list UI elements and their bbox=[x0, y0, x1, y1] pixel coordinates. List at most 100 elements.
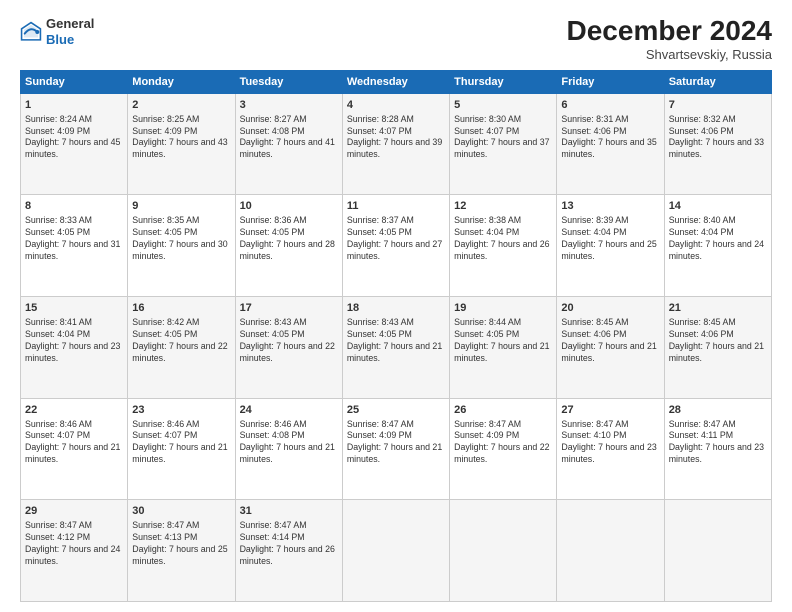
calendar-cell: 18Sunrise: 8:43 AMSunset: 4:05 PMDayligh… bbox=[342, 297, 449, 399]
weekday-header: Sunday bbox=[21, 70, 128, 93]
cell-info: Sunrise: 8:32 AMSunset: 4:06 PMDaylight:… bbox=[669, 114, 767, 162]
cell-day-number: 29 bbox=[25, 504, 123, 519]
calendar-cell: 24Sunrise: 8:46 AMSunset: 4:08 PMDayligh… bbox=[235, 398, 342, 500]
calendar-cell: 22Sunrise: 8:46 AMSunset: 4:07 PMDayligh… bbox=[21, 398, 128, 500]
calendar-cell: 7Sunrise: 8:32 AMSunset: 4:06 PMDaylight… bbox=[664, 93, 771, 195]
location: Shvartsevskiy, Russia bbox=[567, 47, 772, 62]
calendar-body: 1Sunrise: 8:24 AMSunset: 4:09 PMDaylight… bbox=[21, 93, 772, 601]
calendar-cell bbox=[664, 500, 771, 602]
cell-info: Sunrise: 8:46 AMSunset: 4:07 PMDaylight:… bbox=[132, 419, 230, 467]
weekday-header: Friday bbox=[557, 70, 664, 93]
cell-day-number: 10 bbox=[240, 199, 338, 214]
calendar-cell: 30Sunrise: 8:47 AMSunset: 4:13 PMDayligh… bbox=[128, 500, 235, 602]
cell-day-number: 22 bbox=[25, 403, 123, 418]
cell-day-number: 18 bbox=[347, 301, 445, 316]
calendar-cell: 2Sunrise: 8:25 AMSunset: 4:09 PMDaylight… bbox=[128, 93, 235, 195]
calendar-cell: 25Sunrise: 8:47 AMSunset: 4:09 PMDayligh… bbox=[342, 398, 449, 500]
cell-day-number: 24 bbox=[240, 403, 338, 418]
calendar-week-row: 22 Sunrise: 8:46 AMSunset: 4:07 PMDayligh… bbox=[21, 398, 772, 500]
cell-day-number: 3 bbox=[240, 98, 338, 113]
cell-info: Sunrise: 8:38 AMSunset: 4:04 PMDaylight:… bbox=[454, 215, 552, 263]
cell-info: Sunrise: 8:43 AMSunset: 4:05 PMDaylight:… bbox=[347, 317, 445, 365]
cell-day-number: 12 bbox=[454, 199, 552, 214]
calendar-cell: 11Sunrise: 8:37 AMSunset: 4:05 PMDayligh… bbox=[342, 195, 449, 297]
logo-icon bbox=[20, 21, 42, 43]
cell-day-number: 11 bbox=[347, 199, 445, 214]
cell-info: Sunrise: 8:45 AMSunset: 4:06 PMDaylight:… bbox=[669, 317, 767, 365]
cell-info: Sunrise: 8:42 AMSunset: 4:05 PMDaylight:… bbox=[132, 317, 230, 365]
cell-info: Sunrise: 8:27 AMSunset: 4:08 PMDaylight:… bbox=[240, 114, 338, 162]
cell-info: Sunrise: 8:37 AMSunset: 4:05 PMDaylight:… bbox=[347, 215, 445, 263]
cell-info: Sunrise: 8:35 AMSunset: 4:05 PMDaylight:… bbox=[132, 215, 230, 263]
weekday-row: SundayMondayTuesdayWednesdayThursdayFrid… bbox=[21, 70, 772, 93]
cell-info: Sunrise: 8:45 AMSunset: 4:06 PMDaylight:… bbox=[561, 317, 659, 365]
calendar-cell: 4Sunrise: 8:28 AMSunset: 4:07 PMDaylight… bbox=[342, 93, 449, 195]
cell-day-number: 8 bbox=[25, 199, 123, 214]
cell-info: Sunrise: 8:47 AMSunset: 4:09 PMDaylight:… bbox=[347, 419, 445, 467]
cell-info: Sunrise: 8:40 AMSunset: 4:04 PMDaylight:… bbox=[669, 215, 767, 263]
calendar-cell: 1Sunrise: 8:24 AMSunset: 4:09 PMDaylight… bbox=[21, 93, 128, 195]
logo-general: General bbox=[46, 16, 94, 32]
calendar-cell: 17Sunrise: 8:43 AMSunset: 4:05 PMDayligh… bbox=[235, 297, 342, 399]
calendar-cell: 19Sunrise: 8:44 AMSunset: 4:05 PMDayligh… bbox=[450, 297, 557, 399]
cell-day-number: 15 bbox=[25, 301, 123, 316]
cell-day-number: 25 bbox=[347, 403, 445, 418]
cell-info: Sunrise: 8:44 AMSunset: 4:05 PMDaylight:… bbox=[454, 317, 552, 365]
weekday-header: Tuesday bbox=[235, 70, 342, 93]
cell-day-number: 13 bbox=[561, 199, 659, 214]
cell-day-number: 17 bbox=[240, 301, 338, 316]
weekday-header: Thursday bbox=[450, 70, 557, 93]
cell-info: Sunrise: 8:25 AMSunset: 4:09 PMDaylight:… bbox=[132, 114, 230, 162]
cell-info: Sunrise: 8:39 AMSunset: 4:04 PMDaylight:… bbox=[561, 215, 659, 263]
cell-info: Sunrise: 8:28 AMSunset: 4:07 PMDaylight:… bbox=[347, 114, 445, 162]
cell-day-number: 14 bbox=[669, 199, 767, 214]
cell-day-number: 30 bbox=[132, 504, 230, 519]
cell-day-number: 27 bbox=[561, 403, 659, 418]
cell-info: Sunrise: 8:47 AMSunset: 4:12 PMDaylight:… bbox=[25, 520, 123, 568]
cell-info: Sunrise: 8:41 AMSunset: 4:04 PMDaylight:… bbox=[25, 317, 123, 365]
calendar-cell: 5Sunrise: 8:30 AMSunset: 4:07 PMDaylight… bbox=[450, 93, 557, 195]
logo: General Blue bbox=[20, 16, 94, 47]
cell-day-number: 2 bbox=[132, 98, 230, 113]
cell-day-number: 23 bbox=[132, 403, 230, 418]
cell-day-number: 4 bbox=[347, 98, 445, 113]
month-title: December 2024 bbox=[567, 16, 772, 47]
calendar-week-row: 29Sunrise: 8:47 AMSunset: 4:12 PMDayligh… bbox=[21, 500, 772, 602]
weekday-header: Wednesday bbox=[342, 70, 449, 93]
cell-day-number: 20 bbox=[561, 301, 659, 316]
cell-info: Sunrise: 8:24 AMSunset: 4:09 PMDaylight:… bbox=[25, 114, 123, 162]
cell-day-number: 5 bbox=[454, 98, 552, 113]
cell-day-number: 16 bbox=[132, 301, 230, 316]
calendar-header: SundayMondayTuesdayWednesdayThursdayFrid… bbox=[21, 70, 772, 93]
calendar-cell: 15Sunrise: 8:41 AMSunset: 4:04 PMDayligh… bbox=[21, 297, 128, 399]
calendar-cell: 26Sunrise: 8:47 AMSunset: 4:09 PMDayligh… bbox=[450, 398, 557, 500]
header: General Blue December 2024 Shvartsevskiy… bbox=[20, 16, 772, 62]
page: General Blue December 2024 Shvartsevskiy… bbox=[0, 0, 792, 612]
calendar-cell: 16Sunrise: 8:42 AMSunset: 4:05 PMDayligh… bbox=[128, 297, 235, 399]
calendar-cell: 14Sunrise: 8:40 AMSunset: 4:04 PMDayligh… bbox=[664, 195, 771, 297]
cell-info: Sunrise: 8:33 AMSunset: 4:05 PMDaylight:… bbox=[25, 215, 123, 263]
calendar-cell: 20Sunrise: 8:45 AMSunset: 4:06 PMDayligh… bbox=[557, 297, 664, 399]
logo-text: General Blue bbox=[46, 16, 94, 47]
logo-blue: Blue bbox=[46, 32, 94, 48]
cell-day-number: 31 bbox=[240, 504, 338, 519]
calendar-cell: 8Sunrise: 8:33 AMSunset: 4:05 PMDaylight… bbox=[21, 195, 128, 297]
calendar-cell: 29Sunrise: 8:47 AMSunset: 4:12 PMDayligh… bbox=[21, 500, 128, 602]
cell-info: Sunrise: 8:43 AMSunset: 4:05 PMDaylight:… bbox=[240, 317, 338, 365]
calendar-cell bbox=[450, 500, 557, 602]
calendar-week-row: 8Sunrise: 8:33 AMSunset: 4:05 PMDaylight… bbox=[21, 195, 772, 297]
cell-day-number: 28 bbox=[669, 403, 767, 418]
cell-day-number: 6 bbox=[561, 98, 659, 113]
calendar-cell: 21Sunrise: 8:45 AMSunset: 4:06 PMDayligh… bbox=[664, 297, 771, 399]
cell-day-number: 19 bbox=[454, 301, 552, 316]
cell-info: Sunrise: 8:47 AMSunset: 4:09 PMDaylight:… bbox=[454, 419, 552, 467]
cell-info: Sunrise: 8:47 AMSunset: 4:11 PMDaylight:… bbox=[669, 419, 767, 467]
cell-info: Sunrise: 8:31 AMSunset: 4:06 PMDaylight:… bbox=[561, 114, 659, 162]
calendar-cell bbox=[557, 500, 664, 602]
cell-day-number: 21 bbox=[669, 301, 767, 316]
cell-info: Sunrise: 8:47 AMSunset: 4:10 PMDaylight:… bbox=[561, 419, 659, 467]
calendar-cell: 6Sunrise: 8:31 AMSunset: 4:06 PMDaylight… bbox=[557, 93, 664, 195]
cell-info: Sunrise: 8:47 AMSunset: 4:13 PMDaylight:… bbox=[132, 520, 230, 568]
calendar-week-row: 1Sunrise: 8:24 AMSunset: 4:09 PMDaylight… bbox=[21, 93, 772, 195]
cell-info: Sunrise: 8:36 AMSunset: 4:05 PMDaylight:… bbox=[240, 215, 338, 263]
